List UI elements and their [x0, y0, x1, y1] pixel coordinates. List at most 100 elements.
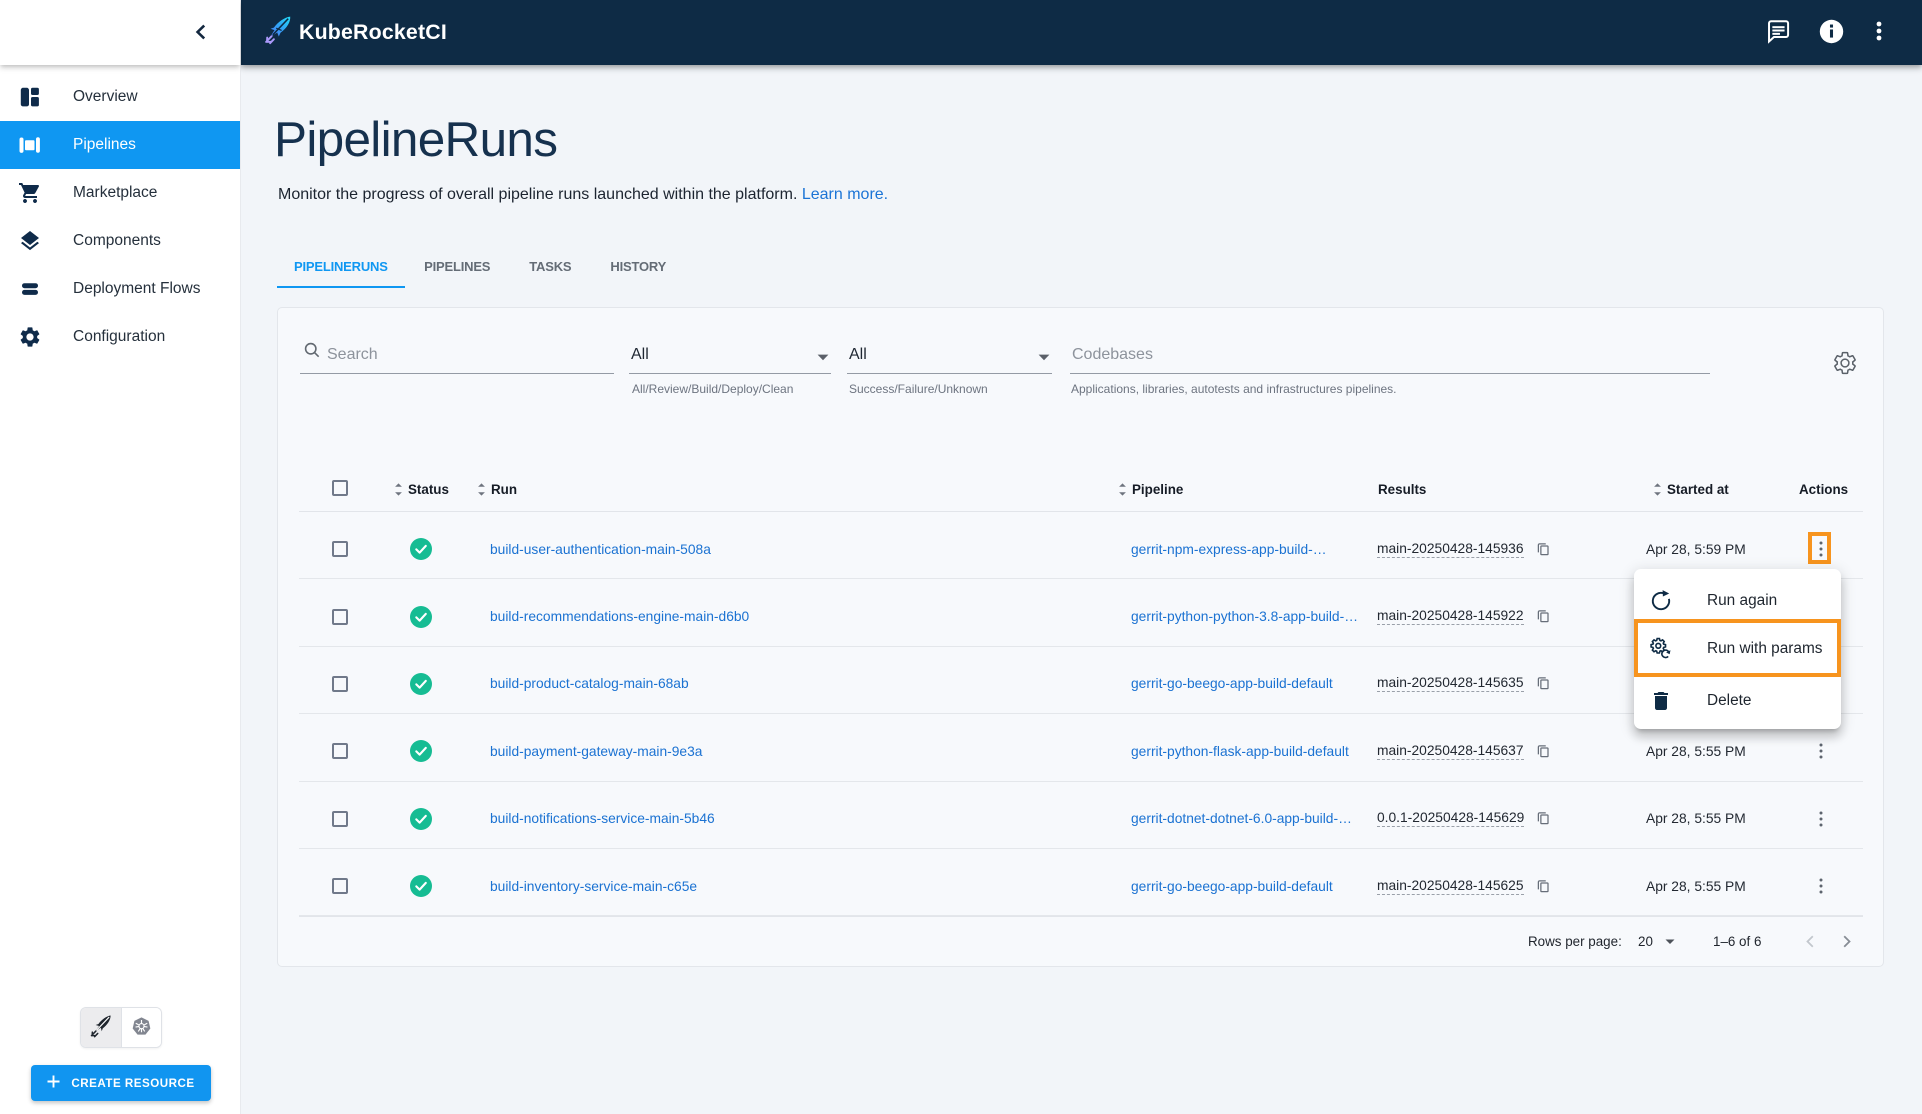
topbar-more-button[interactable]	[1857, 0, 1901, 65]
create-resource-button[interactable]: CREATE RESOURCE	[31, 1065, 211, 1101]
row-checkbox[interactable]	[332, 676, 348, 692]
tab-history[interactable]: HISTORY	[591, 249, 686, 288]
chat-icon	[1766, 19, 1791, 47]
pipeline-link[interactable]: gerrit-npm-express-app-build-…	[1131, 542, 1327, 557]
run-link[interactable]: build-inventory-service-main-c65e	[490, 879, 697, 894]
codebases-helper: Applications, libraries, autotests and i…	[1071, 382, 1397, 396]
env-toggle-kuberocketci[interactable]	[81, 1008, 122, 1047]
sidebar-item-components[interactable]: Components	[0, 217, 240, 265]
info-icon	[1818, 18, 1845, 48]
search-placeholder: Search	[327, 346, 378, 364]
search-field[interactable]: Search	[300, 332, 614, 374]
row-checkbox[interactable]	[332, 609, 348, 625]
status-success-icon	[410, 849, 432, 916]
flows-icon	[18, 277, 42, 301]
menu-item-run-with-params[interactable]: Run with params	[1634, 625, 1841, 673]
table-settings-button[interactable]	[1823, 342, 1867, 386]
result-value[interactable]: main-20250428-145936	[1377, 541, 1524, 558]
table-row: build-inventory-service-main-c65e gerrit…	[278, 849, 1883, 916]
result-value[interactable]: 0.0.1-20250428-145629	[1377, 810, 1524, 827]
menu-item-delete[interactable]: Delete	[1634, 677, 1841, 725]
cart-icon	[18, 181, 42, 205]
started-at-value: Apr 28, 5:55 PM	[1646, 782, 1746, 849]
menu-item-run-again[interactable]: Run again	[1634, 577, 1841, 625]
gear-run-icon	[1649, 637, 1673, 661]
sidebar-collapse-button[interactable]	[186, 19, 214, 47]
copy-button[interactable]	[1536, 579, 1551, 646]
kebab-icon	[1819, 743, 1823, 759]
sort-icon[interactable]	[393, 483, 404, 501]
status-success-icon	[410, 579, 432, 646]
run-link[interactable]: build-user-authentication-main-508a	[490, 542, 711, 557]
column-header-started-at[interactable]: Started at	[1667, 466, 1729, 512]
copy-icon	[1536, 810, 1551, 827]
result-value[interactable]: main-20250428-145625	[1377, 878, 1524, 895]
previous-page-button[interactable]	[1793, 916, 1827, 967]
sort-icon[interactable]	[1652, 483, 1663, 501]
copy-icon	[1536, 541, 1551, 558]
dropdown-arrow-icon	[1038, 348, 1050, 366]
sort-icon[interactable]	[1117, 483, 1128, 501]
started-at-value: Apr 28, 5:55 PM	[1646, 849, 1746, 916]
copy-button[interactable]	[1536, 849, 1551, 916]
row-actions-button[interactable]	[1806, 871, 1836, 901]
result-value[interactable]: main-20250428-145922	[1377, 608, 1524, 625]
copy-button[interactable]	[1536, 512, 1551, 579]
column-header-status[interactable]: Status	[408, 466, 449, 512]
layers-icon	[18, 229, 42, 253]
env-toggle-kubernetes[interactable]	[122, 1008, 162, 1047]
sidebar-item-label: Configuration	[73, 328, 165, 346]
tab-tasks[interactable]: TASKS	[510, 249, 591, 288]
select-all-checkbox[interactable]	[332, 480, 348, 496]
sidebar-item-overview[interactable]: Overview	[0, 73, 240, 121]
row-actions-button[interactable]	[1806, 804, 1836, 834]
run-link[interactable]: build-notifications-service-main-5b46	[490, 811, 715, 826]
codebases-field[interactable]: Codebases	[1070, 332, 1710, 374]
pipeline-type-select[interactable]: All	[629, 332, 831, 374]
pipeline-link[interactable]: gerrit-python-flask-app-build-default	[1131, 744, 1349, 759]
kebab-icon	[1819, 878, 1823, 894]
rows-per-page-caret-icon[interactable]	[1665, 916, 1675, 967]
row-checkbox[interactable]	[332, 811, 348, 827]
sidebar-item-deployment-flows[interactable]: Deployment Flows	[0, 265, 240, 313]
column-header-run[interactable]: Run	[491, 466, 517, 512]
result-value[interactable]: main-20250428-145635	[1377, 675, 1524, 692]
pipeline-link[interactable]: gerrit-python-python-3.8-app-build-…	[1131, 609, 1358, 624]
chat-button[interactable]	[1756, 0, 1800, 65]
run-link[interactable]: build-product-catalog-main-68ab	[490, 676, 689, 691]
pipeline-link[interactable]: gerrit-go-beego-app-build-default	[1131, 879, 1333, 894]
info-button[interactable]	[1809, 0, 1853, 65]
plus-icon	[47, 1075, 60, 1091]
learn-more-link[interactable]: Learn more.	[802, 186, 888, 203]
copy-icon	[1536, 608, 1551, 625]
column-header-pipeline[interactable]: Pipeline	[1132, 466, 1183, 512]
run-link[interactable]: build-payment-gateway-main-9e3a	[490, 744, 702, 759]
pipeline-link[interactable]: gerrit-go-beego-app-build-default	[1131, 676, 1333, 691]
tab-pipelines[interactable]: PIPELINES	[405, 249, 510, 288]
next-page-button[interactable]	[1829, 916, 1863, 967]
sidebar-item-pipelines[interactable]: Pipelines	[0, 121, 240, 169]
topbar: KubeRocketCI	[241, 0, 1922, 65]
copy-button[interactable]	[1536, 714, 1551, 781]
sort-icon[interactable]	[476, 483, 487, 501]
status-select[interactable]: All	[847, 332, 1052, 374]
sidebar-item-marketplace[interactable]: Marketplace	[0, 169, 240, 217]
tabs: PIPELINERUNS PIPELINES TASKS HISTORY	[277, 249, 686, 288]
row-checkbox[interactable]	[332, 743, 348, 759]
row-checkbox[interactable]	[332, 541, 348, 557]
copy-button[interactable]	[1536, 782, 1551, 849]
copy-button[interactable]	[1536, 647, 1551, 714]
pipeline-link[interactable]: gerrit-dotnet-dotnet-6.0-app-build-…	[1131, 811, 1352, 826]
rows-per-page-select[interactable]: 20	[1638, 916, 1653, 967]
row-checkbox[interactable]	[332, 878, 348, 894]
trash-icon	[1649, 689, 1673, 713]
row-actions-button[interactable]	[1806, 736, 1836, 766]
row-actions-button[interactable]	[1806, 534, 1836, 564]
sidebar-header	[0, 0, 240, 65]
page-subtitle: Monitor the progress of overall pipeline…	[278, 186, 888, 204]
sidebar-item-configuration[interactable]: Configuration	[0, 313, 240, 361]
run-link[interactable]: build-recommendations-engine-main-d6b0	[490, 609, 749, 624]
result-value[interactable]: main-20250428-145637	[1377, 743, 1524, 760]
table-footer: Rows per page: 20 1–6 of 6	[278, 916, 1883, 967]
tab-pipelineruns[interactable]: PIPELINERUNS	[277, 249, 405, 288]
